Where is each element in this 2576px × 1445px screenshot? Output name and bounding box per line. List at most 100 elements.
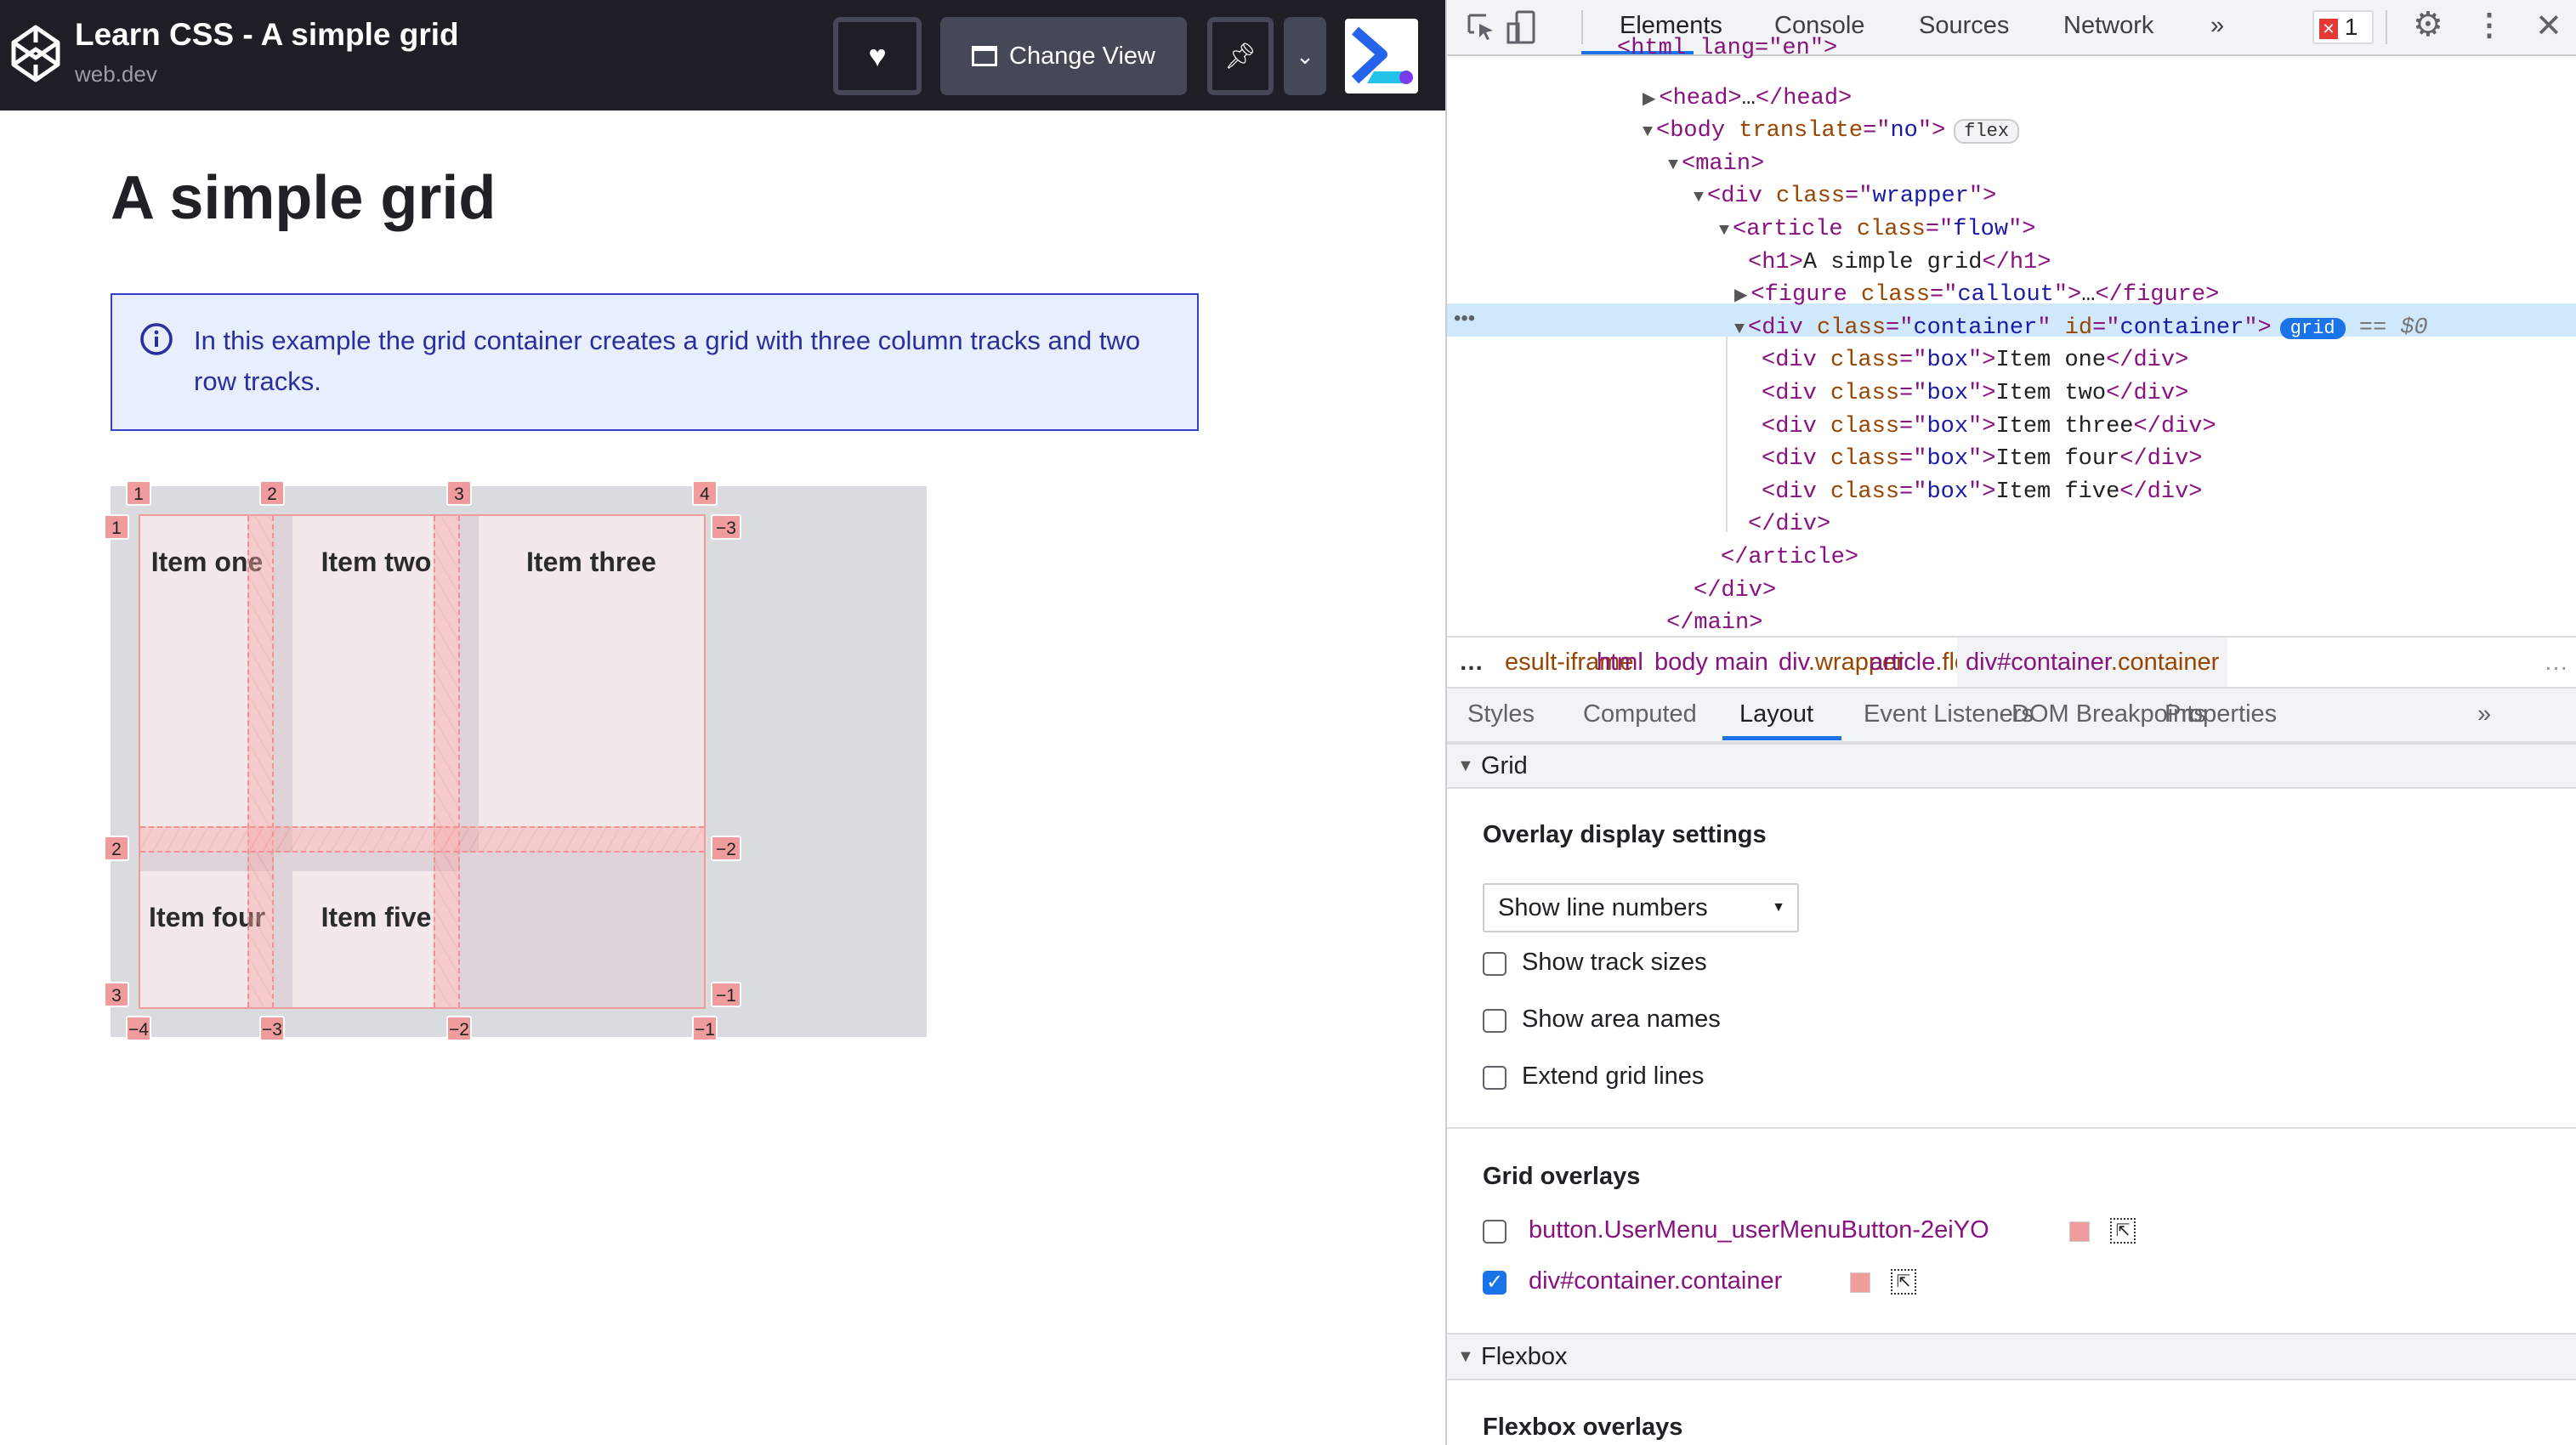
dom-node[interactable]: ▶ <head>…</head> xyxy=(1447,82,2576,116)
dom-node[interactable]: ▶ <figure class="callout">…</figure> xyxy=(1447,279,2576,312)
collapse-triangle-icon[interactable]: ▶ xyxy=(1734,286,1747,306)
grid-line-number: 3 xyxy=(446,480,472,506)
overlay-checkbox[interactable]: ✓ xyxy=(1483,1271,1506,1295)
dom-node-content: <html lang="en"> xyxy=(1617,32,1837,65)
expand-triangle-icon[interactable]: ▼ xyxy=(1643,122,1653,142)
devtools-panel: Elements Console Sources Network» ✕ 1 ⚙ ⋮ ✕… xyxy=(1445,0,2576,1445)
dom-token: </main> xyxy=(1666,610,1763,637)
breadcrumb-tag: article xyxy=(1870,649,1936,676)
dom-token: callout xyxy=(1957,282,2054,309)
dom-node[interactable]: ▼ <main> xyxy=(1447,148,2576,181)
dom-node-content: ▼ <article class="flow"> xyxy=(1719,213,2035,247)
dom-token: </div> xyxy=(2119,479,2203,505)
checkbox-show-area-names[interactable] xyxy=(1483,1009,1506,1033)
dom-token: A simple grid xyxy=(1802,249,1983,275)
dom-node[interactable]: <div class="box">Item three</div> xyxy=(1447,411,2576,444)
sidebar-tab-layout[interactable]: Layout xyxy=(1739,700,1813,728)
sidebar-tab-properties[interactable]: Properties xyxy=(2165,700,2277,728)
expand-triangle-icon[interactable]: ▼ xyxy=(1668,156,1678,175)
grid-badge[interactable]: grid xyxy=(2279,317,2346,339)
dom-node[interactable]: <div class="box">Item two</div> xyxy=(1447,377,2576,411)
callout-text: In this example the grid container creat… xyxy=(194,326,1141,396)
dom-token: =" xyxy=(1930,282,1958,309)
dom-token: <div xyxy=(1762,348,1831,374)
dom-node[interactable]: <h1>A simple grid</h1> xyxy=(1447,246,2576,280)
pin-dropdown-button[interactable]: ⌄ xyxy=(1284,17,1326,95)
grid-line-number: 1 xyxy=(104,514,129,540)
breadcrumb-item[interactable]: main xyxy=(1715,638,1768,687)
dom-node[interactable]: ▼ <div class="wrapper"> xyxy=(1447,180,2576,213)
dom-token: <div xyxy=(1762,413,1831,439)
dom-node[interactable]: <div class="box">Item one</div> xyxy=(1447,344,2576,377)
dom-node[interactable]: ▼ <body translate="no"> flex xyxy=(1447,115,2576,148)
breadcrumb-tag: body xyxy=(1654,649,1708,676)
checkbox-extend-grid-lines[interactable] xyxy=(1483,1066,1506,1090)
pin-button[interactable]: 📌︎ xyxy=(1207,17,1274,95)
grid-gap-overlay xyxy=(140,826,704,853)
line-numbers-select[interactable]: Show line numbers ▼ xyxy=(1483,883,1799,932)
change-view-button[interactable]: Change View xyxy=(940,17,1187,95)
grid-line-number: 1 xyxy=(126,480,151,506)
dom-node-selected[interactable]: ▼ <div class="container" id="container"> g… xyxy=(1447,312,2576,345)
highlight-element-icon[interactable]: ⇱ xyxy=(2110,1218,2136,1244)
sidebar-tab-event-listeners[interactable]: Event Listeners xyxy=(1864,700,2034,728)
window-icon xyxy=(972,46,997,66)
dom-node-content: ▼ <div class="container" id="container"> g… xyxy=(1734,312,2428,346)
dom-token: "> xyxy=(1968,479,1996,505)
dom-token: "> xyxy=(2008,217,2036,242)
sidebar-tabs: Styles Computed Layout Event Listeners DOM B… xyxy=(1447,688,2576,743)
dom-token: </h1> xyxy=(1982,249,2051,275)
dom-node[interactable]: ▼ <article class="flow"> xyxy=(1447,213,2576,246)
dom-token: … xyxy=(2081,282,2096,309)
dom-token: "> xyxy=(2053,282,2082,309)
dom-token: Item five xyxy=(1995,479,2120,505)
dom-token: <figure xyxy=(1750,282,1862,309)
overlay-checkbox[interactable] xyxy=(1483,1220,1506,1244)
dom-node[interactable]: <html lang="en"> xyxy=(1447,32,2576,65)
grid-line-number: −2 xyxy=(711,836,741,861)
dom-token: =" xyxy=(1845,184,1873,210)
expand-triangle-icon[interactable]: ▼ xyxy=(1719,221,1729,241)
grid-line-number: 3 xyxy=(104,982,129,1007)
dom-token: <article xyxy=(1733,217,1857,242)
like-button[interactable]: ♥ xyxy=(833,17,922,95)
dom-token: class xyxy=(1830,413,1900,439)
breadcrumb-item[interactable]: html xyxy=(1597,638,1643,687)
info-icon xyxy=(140,323,173,355)
dom-node[interactable]: </div> xyxy=(1447,508,2576,541)
breadcrumb-item[interactable]: div#container.container xyxy=(1957,638,2228,687)
dom-node[interactable]: <div class="box">Item five</div> xyxy=(1447,476,2576,509)
overlay-element-label[interactable]: button.UserMenu_userMenuButton-2eiYO xyxy=(1529,1216,1989,1244)
sidebar-tab-more[interactable]: » xyxy=(2477,700,2491,728)
sidebar-tab-styles[interactable]: Styles xyxy=(1467,700,1535,728)
dom-token: class xyxy=(1817,314,1887,341)
checkbox-show-track-sizes[interactable] xyxy=(1483,952,1506,976)
flex-badge[interactable]: flex xyxy=(1954,119,2020,144)
dom-node-content: <div class="box">Item four</div> xyxy=(1762,443,2203,476)
app-logo-icon[interactable] xyxy=(1345,19,1418,94)
dom-token: =" xyxy=(1925,217,1954,242)
dom-node-content: <div class="box">Item one</div> xyxy=(1762,344,2188,377)
dom-token: " xyxy=(2037,314,2065,341)
overlay-color-swatch[interactable] xyxy=(2069,1221,2090,1242)
grid-item-three: Item three xyxy=(479,516,704,853)
collapse-triangle-icon[interactable]: ▶ xyxy=(1643,90,1655,110)
grid-section-header[interactable]: ▼ Grid xyxy=(1447,743,2576,789)
expand-triangle-icon[interactable]: ▼ xyxy=(1734,320,1745,339)
overlay-color-swatch[interactable] xyxy=(1850,1272,1870,1293)
dom-token: "> xyxy=(2244,314,2272,341)
sidebar-tab-computed[interactable]: Computed xyxy=(1583,700,1697,728)
overlay-element-label[interactable]: div#container.container xyxy=(1529,1267,1782,1295)
breadcrumb-tag: div#container xyxy=(1966,649,2111,676)
dom-node[interactable]: </article> xyxy=(1447,541,2576,575)
dom-node[interactable]: </div> xyxy=(1447,575,2576,608)
flexbox-section-header[interactable]: ▼ Flexbox xyxy=(1447,1333,2576,1380)
highlight-element-icon[interactable]: ⇱ xyxy=(1891,1269,1916,1295)
breadcrumb-scroll-right[interactable]: … xyxy=(2544,638,2568,687)
pen-author[interactable]: web.dev xyxy=(75,61,157,88)
breadcrumb-item[interactable]: body xyxy=(1654,638,1708,687)
expand-triangle-icon[interactable]: ▼ xyxy=(1694,188,1704,207)
breadcrumb-scroll-left[interactable]: … xyxy=(1459,638,1484,687)
dom-token: translate xyxy=(1739,118,1864,144)
dom-node[interactable]: <div class="box">Item four</div> xyxy=(1447,443,2576,476)
